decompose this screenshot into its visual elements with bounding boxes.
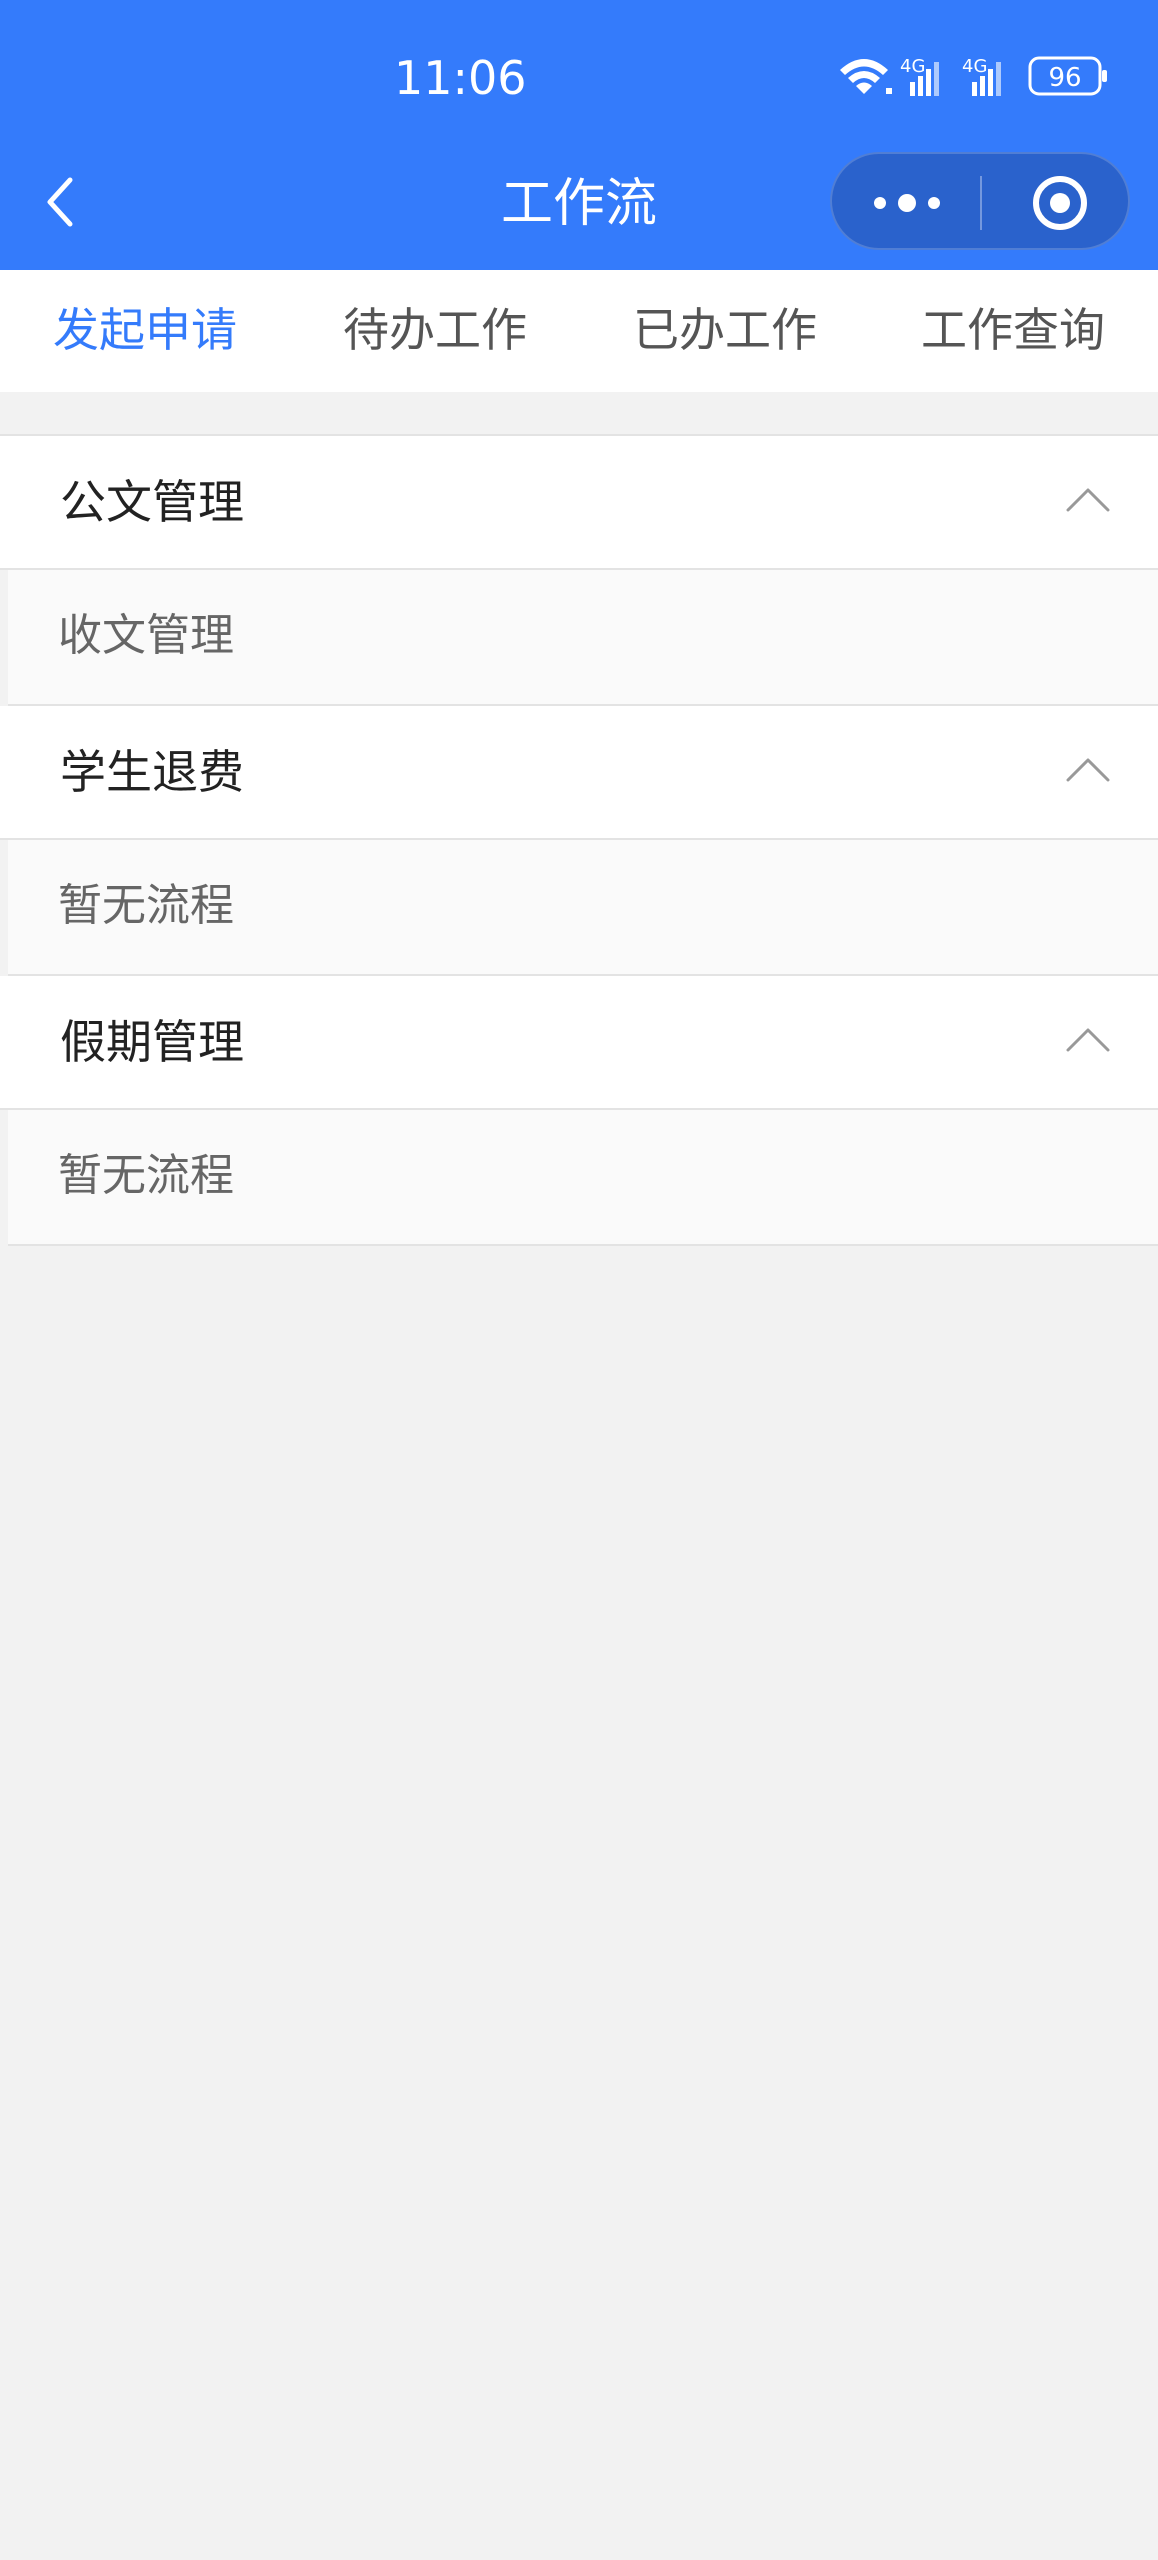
more-dots-icon[interactable] [852, 168, 962, 238]
tab-work-query[interactable]: 工作查询 [868, 300, 1158, 360]
list-item[interactable]: 收文管理 [8, 570, 1158, 706]
list-item-label: 暂无流程 [58, 880, 234, 931]
chevron-up-icon [1066, 488, 1110, 512]
signal-icon: 4G [962, 56, 1001, 96]
group-title: 学生退费 [60, 745, 244, 799]
mini-program-capsule [830, 152, 1130, 250]
chevron-up-icon [1066, 1028, 1110, 1052]
tab-bar: 发起申请 待办工作 已办工作 工作查询 [0, 270, 1158, 392]
wifi-icon [840, 59, 892, 94]
group-header-student-refund[interactable]: 学生退费 [0, 706, 1158, 840]
list-item: 暂无流程 [8, 840, 1158, 976]
tab-completed-work[interactable]: 已办工作 [580, 300, 870, 360]
status-bar: 11:06 4G 4G 96 [0, 0, 1158, 150]
group-title: 假期管理 [60, 1015, 244, 1069]
status-icons: 4G 4G 96 [840, 56, 1107, 96]
close-target-icon[interactable] [1012, 168, 1108, 238]
chevron-up-icon [1066, 758, 1110, 782]
signal-2-label: 4G [962, 56, 987, 77]
signal-1-label: 4G [900, 56, 925, 77]
list-item-label: 收文管理 [58, 610, 234, 661]
battery-level: 96 [1048, 63, 1081, 93]
workflow-group-list: 公文管理 收文管理 学生退费 暂无流程 假期管理 暂无流程 [0, 434, 1158, 1246]
top-bar: 11:06 4G 4G 96 工作流 [0, 0, 1158, 270]
list-item: 暂无流程 [8, 1110, 1158, 1246]
status-time: 11:06 [394, 51, 527, 105]
tab-pending-work[interactable]: 待办工作 [290, 300, 580, 360]
group-header-document-management[interactable]: 公文管理 [0, 436, 1158, 570]
capsule-divider [980, 176, 982, 230]
group-title: 公文管理 [60, 475, 244, 529]
battery-icon: 96 [1028, 56, 1107, 96]
signal-icon: 4G [900, 56, 939, 96]
tab-start-application[interactable]: 发起申请 [0, 300, 290, 360]
list-item-label: 暂无流程 [58, 1150, 234, 1201]
navigation-bar: 工作流 [0, 150, 1158, 270]
group-header-leave-management[interactable]: 假期管理 [0, 976, 1158, 1110]
